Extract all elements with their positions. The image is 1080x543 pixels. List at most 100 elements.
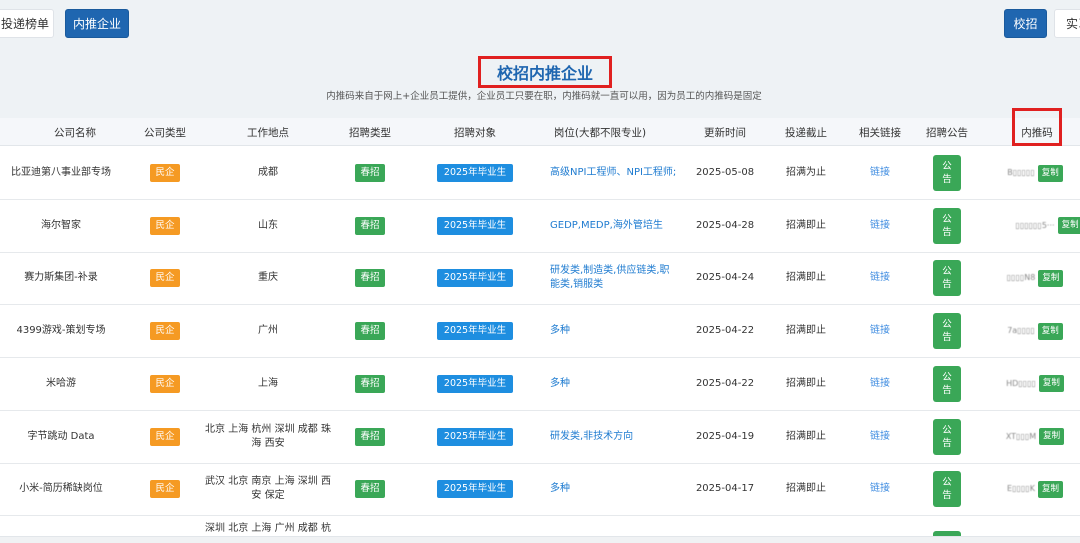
copy-button[interactable]: 复制 <box>1057 217 1080 235</box>
company-type-cell: 民企 <box>128 305 202 357</box>
related-link[interactable]: 链接 <box>870 271 890 285</box>
recruit-type-badge: 春招 <box>355 216 385 235</box>
related-link[interactable]: 链接 <box>870 430 890 444</box>
positions-text: 研发类,制造类,供应链类,职能类,销服类 <box>550 265 670 291</box>
table-row: 字节跳动 Data 民企 北京 上海 杭州 深圳 成都 珠海 西安 春招 2025年毕业… <box>0 411 1080 464</box>
target-cell: 2025年毕业生 <box>410 463 540 515</box>
target-badge: 2025年毕业生 <box>436 427 514 446</box>
recruit-type-badge: 春招 <box>355 322 385 341</box>
company-type-badge: 民企 <box>150 269 180 288</box>
positions: 高级NPI工程师、NPI工程师; <box>550 147 678 199</box>
target-badge: 2025年毕业生 <box>436 269 514 288</box>
campus-recruit-button[interactable]: 校招 <box>1004 9 1047 38</box>
company-name: 米哈游 <box>46 377 76 389</box>
referral-companies-button[interactable]: 内推企业 <box>65 9 129 38</box>
positions-text: GEDP,MEDP,海外管培生 <box>550 219 663 231</box>
work-location: 武汉 北京 南京 上海 深圳 西安 保定 <box>205 476 331 502</box>
notice-label-2: 告 <box>942 384 952 396</box>
company-name: 字节跳动 Data <box>27 430 95 442</box>
company-type-cell: 民企 <box>128 147 202 199</box>
table-header: 公司名称 公司类型 工作地点 招聘类型 招聘对象 岗位(大都不限专业) 更新时间… <box>0 118 1080 146</box>
col-updated: 更新时间 <box>704 126 746 139</box>
update-date: 2025-04-17 <box>695 483 755 495</box>
internship-button[interactable]: 实习 <box>1054 9 1080 38</box>
referral-code-cell: 7a▯▯▯▯ 复制 <box>1000 305 1070 357</box>
notice-cell: 公告 <box>914 411 980 463</box>
referral-code-cell: ▯▯▯▯N8 复制 <box>1000 252 1070 304</box>
target-cell: 2025年毕业生 <box>410 411 540 463</box>
recruit-type-badge: 春招 <box>355 374 385 393</box>
company-type-badge: 民企 <box>150 374 180 393</box>
ranking-list-button[interactable]: 投递榜单 <box>0 9 54 38</box>
horizontal-scrollbar[interactable] <box>0 536 1080 543</box>
copy-button[interactable]: 复制 <box>1038 269 1064 287</box>
referral-code-cell: ▯▯▯▯▯▯5··· 复制 <box>1014 200 1080 252</box>
notice-button[interactable]: 公告 <box>933 260 961 297</box>
update-date: 2025-04-22 <box>695 377 755 389</box>
notice-label-2: 告 <box>942 279 952 291</box>
recruit-type-cell: 春招 <box>335 200 405 252</box>
update-date: 2025-04-24 <box>695 272 755 284</box>
copy-button[interactable]: 复制 <box>1038 375 1064 393</box>
update-date: 2025-04-19 <box>695 430 755 442</box>
notice-button[interactable]: 公告 <box>933 207 961 244</box>
recruit-type-badge: 春招 <box>355 269 385 288</box>
col-positions: 岗位(大都不限专业) <box>553 126 647 139</box>
related-link[interactable]: 链接 <box>870 219 890 233</box>
company-type-badge: 民企 <box>150 322 180 341</box>
table-row: 米哈游 民企 上海 春招 2025年毕业生 多种 2025-04-22 招满即止 链接 公告 HD▯… <box>0 358 1080 411</box>
table-row: 赛力斯集团-补录 民企 重庆 春招 2025年毕业生 研发类,制造类,供应链类,职能类,销… <box>0 252 1080 306</box>
company-type-cell: 民企 <box>128 252 202 304</box>
recruit-type-badge: 春招 <box>355 480 385 499</box>
company-type-cell: 民企 <box>128 463 202 515</box>
update-date: 2025-04-28 <box>695 219 755 231</box>
company-type-cell: 民企 <box>128 200 202 252</box>
related-link-cell: 链接 <box>846 463 914 515</box>
recruit-type-cell: 春招 <box>335 411 405 463</box>
company-type-cell: 民企 <box>128 411 202 463</box>
positions-text: 多种 <box>550 483 570 495</box>
target-cell: 2025年毕业生 <box>410 358 540 410</box>
notice-button[interactable]: 公告 <box>933 471 961 508</box>
copy-button[interactable]: 复制 <box>1039 428 1065 445</box>
deadline: 招满即止 <box>786 325 826 337</box>
col-type: 公司类型 <box>144 126 186 139</box>
notice-label-1: 公 <box>942 371 952 383</box>
company-type-badge: 民企 <box>150 480 180 499</box>
notice-label-2: 告 <box>942 174 952 185</box>
work-location: 广州 <box>258 325 278 337</box>
col-target: 招聘对象 <box>454 126 496 139</box>
copy-button[interactable]: 复制 <box>1037 164 1063 182</box>
referral-code-highlight <box>1012 108 1062 146</box>
notice-label-1: 公 <box>942 266 952 278</box>
positions: 多种 <box>550 358 678 410</box>
copy-button[interactable]: 复制 <box>1037 322 1063 340</box>
positions-text: 高级NPI工程师、NPI工程师; <box>550 167 677 178</box>
notice-button[interactable]: 公告 <box>933 155 961 191</box>
notice-label-1: 公 <box>942 213 952 225</box>
notice-button[interactable]: 公告 <box>933 418 961 455</box>
related-link-cell: 链接 <box>846 411 914 463</box>
copy-button[interactable]: 复制 <box>1037 480 1063 498</box>
positions: 研发类,制造类,供应链类,职能类,销服类 <box>550 252 678 304</box>
related-link[interactable]: 链接 <box>870 166 890 180</box>
related-link[interactable]: 链接 <box>870 324 890 338</box>
related-link[interactable]: 链接 <box>870 377 890 391</box>
company-type-badge: 民企 <box>150 164 180 182</box>
referral-code-cell: E▯▯▯▯K 复制 <box>1000 463 1070 515</box>
notice-button[interactable]: 公告 <box>933 313 961 350</box>
table-row: 4399游戏-策划专场 民企 广州 春招 2025年毕业生 多种 2025-04-22 招满即… <box>0 305 1080 359</box>
table-row: 小米-简历稀缺岗位 民企 武汉 北京 南京 上海 深圳 西安 保定 春招 2025年毕业… <box>0 463 1080 517</box>
referral-code: B▯▯▯▯▯ <box>1007 168 1035 177</box>
col-link: 相关链接 <box>859 126 901 139</box>
referral-code: ▯▯▯▯N8 <box>1006 273 1036 283</box>
notice-button[interactable]: 公告 <box>933 365 961 402</box>
notice-cell: 公告 <box>914 305 980 357</box>
notice-label-1: 公 <box>942 477 952 489</box>
company-name: 比亚迪第八事业部专场 <box>11 167 111 178</box>
target-badge: 2025年毕业生 <box>436 216 514 235</box>
positions-text: 多种 <box>550 377 570 389</box>
related-link[interactable]: 链接 <box>870 482 890 496</box>
target-cell: 2025年毕业生 <box>410 252 540 304</box>
recruit-type-cell: 春招 <box>335 252 405 304</box>
